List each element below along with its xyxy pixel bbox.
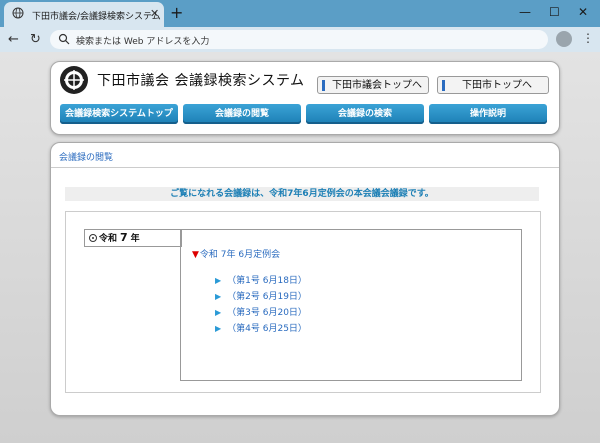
city-top-button[interactable]: 下田市トップへ: [437, 76, 549, 94]
tab-close-icon[interactable]: ✕: [150, 7, 159, 20]
play-triangle-icon: ▶: [215, 292, 222, 301]
profile-avatar[interactable]: [556, 31, 572, 47]
reload-icon[interactable]: ↻: [30, 32, 41, 47]
tab-title: 下田市議会/会議録検索システム: [32, 12, 161, 22]
page-viewport: 下田市議会 会議録検索システム 下田市議会トップへ 下田市トップへ 会議録検索シ…: [0, 52, 600, 443]
year-label: 令和 7 年: [99, 230, 140, 247]
tab-bar: 下田市議会/会議録検索システム ✕ + — ☐ ✕: [0, 0, 600, 27]
globe-icon: [12, 7, 24, 19]
nav-help[interactable]: 操作説明: [429, 104, 547, 124]
nav-system-top[interactable]: 会議録検索システムトップ: [60, 104, 178, 124]
issue-label: （第4号 6月25日）: [227, 324, 307, 334]
browser-tab[interactable]: 下田市議会/会議録検索システム ✕: [4, 2, 164, 27]
issue-link[interactable]: ▶ （第1号 6月18日）: [215, 273, 307, 286]
session-label: 令和 7年 6月定例会: [199, 250, 281, 260]
url-input[interactable]: 検索または Web アドレスを入力: [50, 30, 548, 49]
issue-label: （第2号 6月19日）: [227, 292, 307, 302]
maximize-icon[interactable]: ☐: [549, 5, 560, 19]
play-triangle-icon: ▶: [215, 324, 222, 333]
address-bar: ← ↻ 検索または Web アドレスを入力 ⋮: [0, 27, 600, 52]
session-item[interactable]: ▼令和 7年 6月定例会: [192, 247, 280, 260]
close-window-icon[interactable]: ✕: [578, 5, 588, 19]
nav-search[interactable]: 会議録の検索: [306, 104, 424, 124]
council-top-label: 下田市議会トップへ: [332, 80, 422, 91]
nav-browse[interactable]: 会議録の閲覧: [183, 104, 301, 124]
section-title: 会議録の閲覧: [59, 153, 114, 163]
search-icon: [58, 33, 70, 45]
link-bar-icon: [442, 80, 445, 91]
expanded-triangle-icon: ▼: [192, 250, 199, 260]
url-placeholder: 検索または Web アドレスを入力: [76, 37, 210, 47]
city-top-label: 下田市トップへ: [462, 80, 532, 91]
divider: [51, 167, 559, 168]
notice-text: ご覧になれる会議録は、令和7年6月定例会の本会議会議録です。: [65, 187, 539, 201]
issue-label: （第3号 6月20日）: [227, 308, 307, 318]
content-panel: 会議録の閲覧 ご覧になれる会議録は、令和7年6月定例会の本会議会議録です。 令和…: [50, 142, 560, 416]
back-icon[interactable]: ←: [8, 32, 19, 47]
new-tab-icon[interactable]: +: [170, 3, 183, 22]
play-triangle-icon: ▶: [215, 276, 222, 285]
year-selector[interactable]: 令和 7 年: [84, 229, 182, 247]
menu-icon[interactable]: ⋮: [582, 31, 594, 45]
year-suffix: 年: [130, 234, 140, 244]
council-top-button[interactable]: 下田市議会トップへ: [317, 76, 429, 94]
site-title: 下田市議会 会議録検索システム: [97, 73, 305, 89]
radio-icon: [89, 234, 97, 242]
issue-link[interactable]: ▶ （第4号 6月25日）: [215, 321, 307, 334]
issue-label: （第1号 6月18日）: [227, 276, 307, 286]
issue-link[interactable]: ▶ （第2号 6月19日）: [215, 289, 307, 302]
year-era: 令和: [99, 234, 118, 244]
year-number: 7: [120, 231, 128, 244]
play-triangle-icon: ▶: [215, 308, 222, 317]
minimize-icon[interactable]: —: [519, 5, 531, 19]
link-bar-icon: [322, 80, 325, 91]
issue-link[interactable]: ▶ （第3号 6月20日）: [215, 305, 307, 318]
city-emblem-icon: [60, 66, 88, 94]
site-header: 下田市議会 会議録検索システム 下田市議会トップへ 下田市トップへ 会議録検索シ…: [50, 61, 560, 135]
